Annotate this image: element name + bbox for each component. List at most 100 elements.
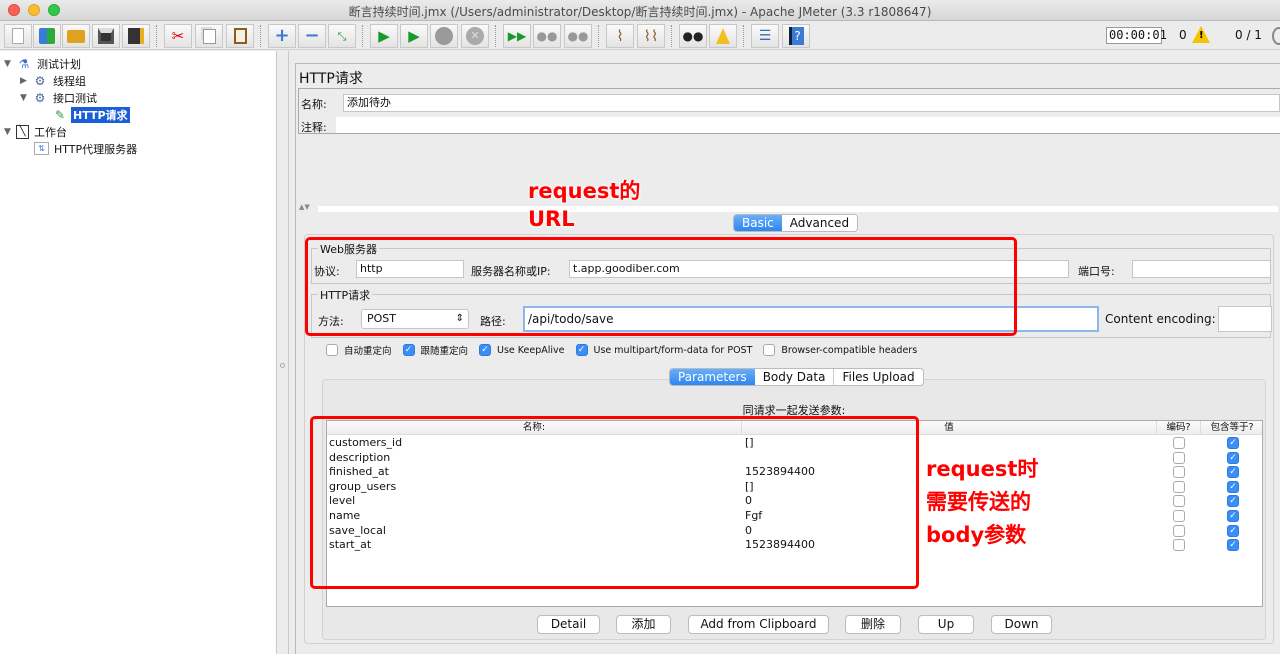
copy-button[interactable] <box>195 24 223 48</box>
auto-redirect-checkbox[interactable]: 自动重定向 <box>326 343 392 357</box>
tab-parameters[interactable]: Parameters <box>670 369 755 385</box>
add-button[interactable]: 添加 <box>616 615 671 634</box>
expand-button[interactable]: + <box>268 24 296 48</box>
workbench-icon: ╲ <box>16 124 29 139</box>
save-button[interactable] <box>92 24 120 48</box>
include-equals-checkbox[interactable]: ✓ <box>1227 437 1239 449</box>
include-equals-checkbox[interactable]: ✓ <box>1227 480 1239 493</box>
reset-search-button[interactable] <box>709 24 737 48</box>
checkmark-icon[interactable]: ✓ <box>402 344 415 356</box>
keepalive-checkbox[interactable]: ✓ Use KeepAlive <box>479 344 565 356</box>
shutdown-button[interactable]: ✕ <box>461 24 489 48</box>
collapse-arrow-icon[interactable]: ▶ <box>20 76 32 86</box>
toggle-button[interactable]: ⤡ <box>328 24 356 48</box>
stop-icon <box>435 27 453 45</box>
detail-button[interactable]: Detail <box>537 615 600 634</box>
tree-node-http-request[interactable]: ✎ HTTP请求 <box>52 106 130 123</box>
splitter-handle[interactable] <box>277 51 289 654</box>
copy-icon <box>202 28 216 44</box>
new-button[interactable] <box>4 24 32 48</box>
checkbox-box[interactable] <box>326 344 338 356</box>
encode-checkbox[interactable] <box>1173 510 1185 522</box>
play-no-timers-icon: ▶ <box>408 26 420 45</box>
encode-checkbox[interactable] <box>1173 495 1185 508</box>
paste-button[interactable] <box>226 24 254 48</box>
warning-icon[interactable]: ! <box>1192 26 1210 43</box>
encode-checkbox[interactable] <box>1173 539 1185 552</box>
encode-checkbox[interactable] <box>1173 466 1185 479</box>
help-icon: ? <box>788 27 804 45</box>
collapse-button[interactable]: − <box>298 24 326 48</box>
tree-node-thread-group[interactable]: ▶ ⚙ 线程组 <box>20 72 88 89</box>
binoculars-icon: ●● <box>682 29 704 43</box>
minus-icon: − <box>304 25 320 46</box>
name-field[interactable]: 添加待办 <box>343 94 1280 112</box>
add-from-clipboard-button[interactable]: Add from Clipboard <box>688 615 829 634</box>
column-header-include-equals[interactable]: 包含等于? <box>1201 421 1263 435</box>
toggle-icon: ⤡ <box>337 29 347 43</box>
function-helper-button[interactable]: ☰ <box>751 24 779 48</box>
down-button[interactable]: Down <box>991 615 1052 634</box>
include-equals-checkbox[interactable]: ✓ <box>1227 451 1239 464</box>
checkmark-icon[interactable]: ✓ <box>479 344 492 356</box>
proxy-icon: ⇅ <box>34 142 49 155</box>
remote-start-button[interactable]: ▶▶ <box>503 24 531 48</box>
delete-button[interactable]: 删除 <box>845 615 901 634</box>
name-label: 名称: <box>301 98 327 111</box>
cut-button[interactable]: ✂ <box>164 24 192 48</box>
include-equals-checkbox[interactable]: ✓ <box>1227 524 1239 537</box>
tab-advanced[interactable]: Advanced <box>781 215 858 231</box>
expand-arrow-icon[interactable]: ▼ <box>4 127 16 137</box>
toolbar: ✂ + − ⤡ ▶ ▶ ✕ ▶▶ ●● ●● ⌇ ⌇⌇ ●● ☰ ? 00:00… <box>0 21 1280 50</box>
remote-shutdown-button[interactable]: ●● <box>564 24 592 48</box>
encode-checkbox[interactable] <box>1173 451 1185 464</box>
save-icon <box>98 28 114 44</box>
remote-stop-button[interactable]: ●● <box>533 24 561 48</box>
port-field[interactable] <box>1132 260 1271 278</box>
checkbox-box[interactable] <box>763 344 776 356</box>
tree-node-test-plan[interactable]: ▼ ⚗ 测试计划 <box>4 55 83 72</box>
plus-icon: + <box>274 25 290 46</box>
paste-icon <box>233 28 247 44</box>
include-equals-checkbox[interactable]: ✓ <box>1227 495 1239 508</box>
panel-title: HTTP请求 <box>299 71 363 87</box>
tree-node-workbench[interactable]: ▼ ╲ 工作台 <box>4 123 69 140</box>
up-button[interactable]: Up <box>918 615 974 634</box>
encode-checkbox[interactable] <box>1173 480 1185 493</box>
tab-basic[interactable]: Basic <box>734 215 782 231</box>
checkmark-icon[interactable]: ✓ <box>575 344 588 356</box>
include-equals-checkbox[interactable]: ✓ <box>1227 539 1239 552</box>
browser-headers-checkbox[interactable]: Browser-compatible headers <box>763 344 917 356</box>
collapse-arrows-icon[interactable]: ▲▼ <box>299 203 310 211</box>
start-button[interactable]: ▶ <box>370 24 398 48</box>
tree-node-api-test[interactable]: ▼ ⚙ 接口测试 <box>20 89 99 106</box>
templates-button[interactable] <box>33 24 61 48</box>
tree-node-proxy-server[interactable]: ⇅ HTTP代理服务器 <box>34 140 139 157</box>
save-as-button[interactable] <box>122 24 150 48</box>
column-header-encode[interactable]: 编码? <box>1157 421 1201 435</box>
scissors-icon: ✂ <box>171 26 185 45</box>
params-highlight-box <box>310 416 919 589</box>
encode-checkbox[interactable] <box>1173 524 1185 537</box>
stop-button[interactable] <box>430 24 458 48</box>
expand-arrow-icon[interactable]: ▼ <box>20 93 32 103</box>
multipart-checkbox[interactable]: ✓ Use multipart/form-data for POST <box>575 344 752 356</box>
name-comment-box: 名称: 添加待办 注释: <box>298 88 1280 134</box>
function-list-icon: ☰ <box>758 28 772 44</box>
tab-body-data[interactable]: Body Data <box>754 369 835 385</box>
help-button[interactable]: ? <box>782 24 810 48</box>
search-button[interactable]: ●● <box>679 24 707 48</box>
follow-redirect-checkbox[interactable]: ✓ 跟随重定向 <box>402 343 468 357</box>
clear-button[interactable]: ⌇ <box>606 24 634 48</box>
open-button[interactable] <box>62 24 90 48</box>
save-as-icon <box>128 28 144 44</box>
include-equals-checkbox[interactable]: ✓ <box>1227 510 1239 522</box>
encode-checkbox[interactable] <box>1173 437 1185 449</box>
expand-arrow-icon[interactable]: ▼ <box>4 59 16 69</box>
clear-all-button[interactable]: ⌇⌇ <box>637 24 665 48</box>
tab-files-upload[interactable]: Files Upload <box>834 369 923 385</box>
content-encoding-field[interactable] <box>1218 306 1272 332</box>
include-equals-checkbox[interactable]: ✓ <box>1227 466 1239 479</box>
comment-field[interactable] <box>336 117 1280 133</box>
start-no-pauses-button[interactable]: ▶ <box>400 24 428 48</box>
